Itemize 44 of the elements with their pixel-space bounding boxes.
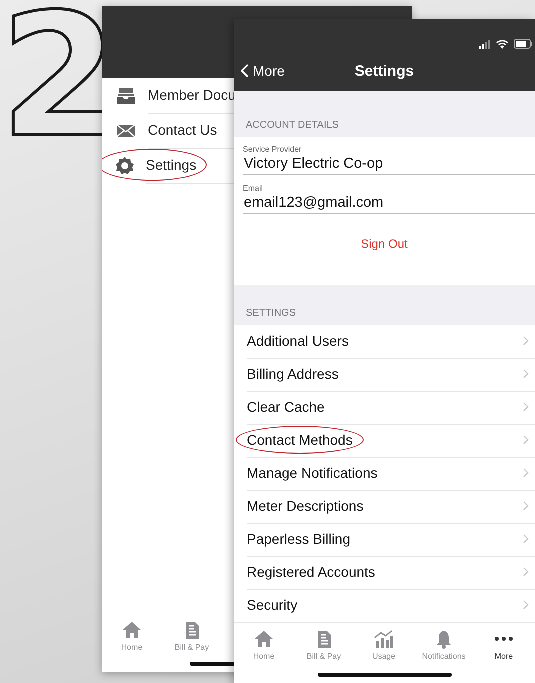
signal-icon [479,40,491,49]
bell-icon [436,630,452,648]
sign-out-button[interactable]: Sign Out [357,235,412,253]
list-row-label[interactable]: Contact Methods [247,432,353,448]
chevron-right-icon [523,435,529,445]
chevron-right-icon [523,501,529,511]
bar-chart-icon [374,630,394,648]
back-button[interactable]: More [234,63,285,79]
input-field[interactable]: email123@gmail.com [243,193,535,214]
screen-title: Settings [354,62,414,80]
battery-icon [514,39,533,49]
list-row-label[interactable]: Clear Cache [247,399,325,415]
list-row-label[interactable]: Security [247,597,298,613]
bill-icon [184,620,200,640]
field-label: Service Provider [243,145,303,154]
chevron-right-icon [523,567,529,577]
chevron-right-icon [523,600,529,610]
tray-icon [116,86,136,104]
bill-icon [316,630,332,648]
chevron-right-icon [523,336,529,346]
chevron-right-icon [523,534,529,544]
tab[interactable]: More [474,629,534,661]
list-row-label[interactable]: Paperless Billing [247,531,350,547]
section-header: SETTINGS [246,308,296,319]
more-icon [494,636,514,642]
home-icon [254,630,274,648]
list-row-label[interactable]: Billing Address [247,366,339,382]
menu-item[interactable]: Settings [146,157,197,173]
chevron-right-icon [523,468,529,478]
envelope-icon [116,124,136,138]
chevron-right-icon [523,369,529,379]
field-label: Email [243,184,264,193]
gear-icon [116,156,134,174]
section-header: ACCOUNT DETAILS [246,120,339,131]
menu-item[interactable]: Contact Us [148,122,218,138]
home-icon [122,621,142,639]
chevron-right-icon [523,402,529,412]
list-row-label[interactable]: Manage Notifications [247,465,378,481]
chevron-left-icon [241,64,249,78]
list-row-label[interactable]: Meter Descriptions [247,498,364,514]
list-row-label[interactable]: Additional Users [247,333,349,349]
list-row-label[interactable]: Registered Accounts [247,564,376,580]
wifi-icon [496,39,509,49]
input-field[interactable]: Victory Electric Co-op [243,154,535,175]
